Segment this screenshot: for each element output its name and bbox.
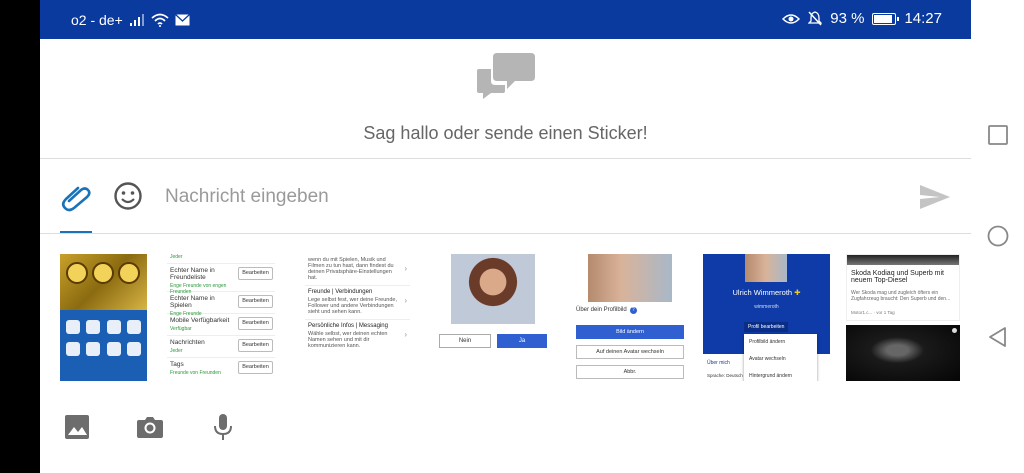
select-indicator bbox=[952, 328, 957, 333]
send-icon[interactable] bbox=[918, 183, 952, 211]
battery-icon bbox=[872, 12, 900, 25]
gallery-image-8[interactable] bbox=[846, 325, 960, 381]
carrier-label: o2 - de+ bbox=[71, 12, 123, 28]
help-icon: ? bbox=[629, 307, 637, 314]
message-composer bbox=[40, 159, 971, 233]
gallery-image-4[interactable]: Nein Ja bbox=[439, 254, 547, 381]
system-navigation-bar bbox=[971, 0, 1024, 473]
profile-menu: Profilbild ändern Avatar wechseln Hinter… bbox=[744, 334, 817, 381]
list-item: Jeder bbox=[167, 254, 275, 264]
app-screen: o2 - de+ 93 % 14:27 Sag hallo oder sende… bbox=[40, 0, 971, 473]
mail-icon bbox=[174, 14, 190, 26]
gallery-image-3[interactable]: wenn du mit Spielen, Musik und Filmen zu… bbox=[305, 254, 410, 381]
gallery-image-1[interactable] bbox=[60, 254, 147, 381]
camera-icon[interactable] bbox=[135, 412, 165, 442]
list-item: Freunde | Verbindungen Lege selbst fest,… bbox=[305, 286, 410, 320]
list-item: Echter Name in Spielen Enge Freunde Bearb… bbox=[167, 292, 275, 317]
profile-photo bbox=[745, 254, 787, 282]
empty-chat-prompt: Sag hallo oder sende einen Sticker! bbox=[363, 123, 648, 143]
home-icon[interactable] bbox=[987, 225, 1009, 247]
emoji-icon[interactable] bbox=[113, 181, 143, 211]
message-input[interactable] bbox=[165, 183, 865, 211]
chevron-right-icon: › bbox=[404, 296, 407, 305]
recent-apps-icon[interactable] bbox=[987, 124, 1009, 146]
microphone-icon[interactable] bbox=[208, 412, 238, 442]
list-item: wenn du mit Spielen, Musik und Filmen zu… bbox=[305, 254, 410, 286]
wifi-icon bbox=[151, 13, 169, 27]
image-icon[interactable] bbox=[62, 412, 92, 442]
gallery-image-7[interactable]: Skoda Kodiaq und Superb mit neuem Top-Di… bbox=[846, 254, 960, 321]
chevron-right-icon: › bbox=[404, 264, 407, 273]
gallery-image-6[interactable]: Ulrich Wimmeroth ✚ wimmeroth Profil bear… bbox=[703, 254, 830, 381]
signal-icon bbox=[129, 14, 144, 26]
recent-images-gallery: Jeder Echter Name in Freundeliste Enge Fr… bbox=[40, 234, 971, 394]
plus-icon: ✚ bbox=[794, 288, 801, 297]
list-item: Nachrichten Jeder Bearbeiten bbox=[167, 336, 275, 358]
avatar-image bbox=[451, 254, 535, 324]
chevron-right-icon: › bbox=[404, 330, 407, 339]
chat-bubbles-icon bbox=[477, 53, 535, 99]
profile-photo bbox=[588, 254, 672, 302]
eye-comfort-icon bbox=[782, 13, 801, 24]
battery-percent: 93 % bbox=[830, 10, 865, 27]
mute-bell-icon bbox=[808, 11, 823, 26]
status-bar: o2 - de+ 93 % 14:27 bbox=[40, 0, 971, 39]
paperclip-icon[interactable] bbox=[60, 181, 92, 213]
gallery-image-2[interactable]: Jeder Echter Name in Freundeliste Enge Fr… bbox=[167, 254, 275, 381]
media-toolbar bbox=[40, 394, 971, 473]
chat-empty-state: Sag hallo oder sende einen Sticker! bbox=[40, 39, 971, 158]
list-item: Echter Name in Freundeliste Enge Freunde … bbox=[167, 264, 275, 295]
back-icon[interactable] bbox=[987, 326, 1009, 348]
gallery-image-5[interactable]: Über dein Profilbild? Bild ändern Auf de… bbox=[576, 254, 684, 381]
list-item: Persönliche Infos | Messaging Wähle selb… bbox=[308, 323, 407, 349]
list-item: Tags Freunde von Freunden Bearbeiten bbox=[167, 358, 275, 380]
list-item: Mobile Verfügbarkeit Verfügbar Bearbeiten bbox=[167, 314, 275, 336]
clock: 14:27 bbox=[904, 10, 942, 27]
